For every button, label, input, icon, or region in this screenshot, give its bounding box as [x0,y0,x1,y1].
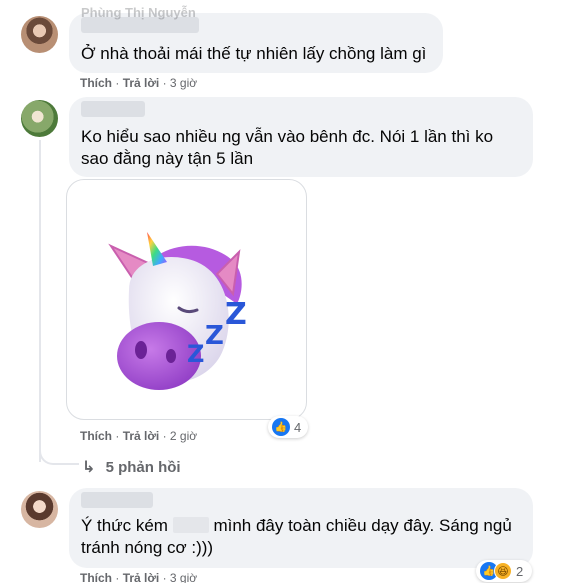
avatar[interactable] [21,491,58,528]
svg-text:Z: Z [205,321,224,351]
comment-bubble: Ko hiểu sao nhiều ng vẫn vào bênh đc. Nó… [69,97,533,177]
comment-bubble: Phùng Thị Nguyễn Ở nhà thoải mái thế tự … [69,5,443,73]
timestamp[interactable]: 3 giờ [170,76,197,90]
svg-text:Z: Z [225,297,247,332]
timestamp[interactable]: 2 giờ [170,429,197,443]
author-name[interactable]: Phùng Thị Nguyễn [81,5,196,20]
like-link[interactable]: Thích [80,429,112,443]
thread-line [39,140,41,462]
comment-actions: Thích · Trả lời · 2 giờ [80,429,198,443]
comment-text: Ở nhà thoải mái thế tự nhiên lấy chồng l… [81,44,427,63]
reply-link[interactable]: Trả lời [123,76,160,90]
thread-curve [39,445,79,465]
reaction-summary[interactable]: 👍 4 [268,416,308,438]
view-replies-link[interactable]: ↳ 5 phản hồi [82,457,181,477]
comment-actions: Thích · Trả lời · 3 giờ [80,571,198,583]
reaction-summary[interactable]: 👍 😆 2 [476,560,532,582]
timestamp[interactable]: 3 giờ [170,571,197,583]
comment-actions: Thích · Trả lời · 3 giờ [80,76,198,90]
reply-arrow-icon: ↳ [82,459,96,476]
replies-label: 5 phản hồi [105,459,181,476]
redacted-word [172,517,209,533]
like-link[interactable]: Thích [80,571,112,583]
reaction-count: 4 [294,419,302,435]
haha-icon: 😆 [494,562,512,580]
avatar[interactable] [21,100,58,137]
sticker[interactable]: Z Z Z [66,179,307,420]
reaction-count: 2 [516,563,524,579]
author-name-redacted[interactable] [81,101,145,117]
comment-bubble: Ý thức kém mình đây toàn chiều dạy đây. … [69,488,533,568]
avatar[interactable] [21,16,58,53]
reply-link[interactable]: Trả lời [123,571,160,583]
comment-text: Ko hiểu sao nhiều ng vẫn vào bênh đc. Nó… [81,127,494,168]
author-name-redacted[interactable] [81,492,153,508]
like-link[interactable]: Thích [80,76,112,90]
thumbs-up-icon: 👍 [272,418,290,436]
comment-text: Ý thức kém mình đây toàn chiều dạy đây. … [81,516,512,557]
sleeping-unicorn-sticker: Z Z Z [108,232,247,390]
svg-text:Z: Z [187,340,204,368]
reply-link[interactable]: Trả lời [123,429,160,443]
